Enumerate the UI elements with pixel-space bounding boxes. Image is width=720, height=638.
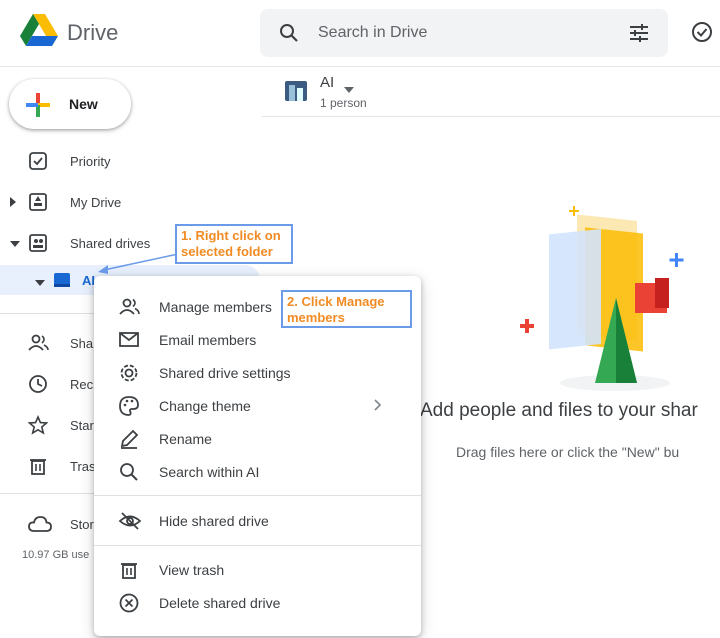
gear-icon	[118, 362, 140, 389]
menu-divider	[94, 545, 421, 546]
new-button-label: New	[69, 96, 98, 112]
menu-item-rename[interactable]: Rename	[94, 423, 421, 455]
menu-item-email-members[interactable]: Email members	[94, 324, 421, 356]
sidebar-item-label: Stor	[70, 517, 94, 532]
menu-item-delete-shared-drive[interactable]: Delete shared drive	[94, 587, 421, 619]
empty-state-title: Add people and files to your shar	[420, 400, 698, 421]
storage-usage-text: 10.97 GB use	[22, 549, 90, 561]
my-drive-icon	[28, 192, 48, 217]
annotation-text: 2. Click Manage	[287, 294, 385, 309]
menu-item-label: Email members	[159, 332, 257, 348]
sidebar-item-label: My Drive	[70, 195, 122, 210]
menu-item-label: Search within AI	[159, 464, 260, 480]
menu-item-view-trash[interactable]: View trash	[94, 554, 421, 586]
shared-drive-thumbnail-icon	[284, 80, 308, 107]
manage-members-icon	[118, 296, 142, 323]
brand-name: Drive	[67, 20, 119, 45]
palette-icon	[118, 395, 140, 422]
expand-arrow-icon[interactable]	[8, 195, 18, 214]
shared-drive-folder-icon	[52, 270, 72, 295]
email-icon	[118, 329, 140, 354]
header-divider	[0, 66, 720, 67]
folder-member-count[interactable]: 1 person	[320, 96, 367, 110]
trash-icon	[28, 456, 48, 481]
menu-item-shared-drive-settings[interactable]: Shared drive settings	[94, 357, 421, 389]
chevron-right-icon	[372, 398, 382, 417]
sidebar-item-label: Tras	[70, 459, 96, 474]
collapse-arrow-icon[interactable]	[8, 236, 22, 254]
context-menu: Manage members Email members Shared driv…	[94, 276, 421, 636]
menu-item-label: Change theme	[159, 398, 251, 414]
star-icon	[27, 414, 49, 440]
main-header-divider	[262, 116, 720, 117]
annotation-text: members	[287, 310, 345, 325]
search-icon	[118, 461, 140, 488]
annotation-step-2: 2. Click Manage members	[281, 290, 412, 328]
folder-title[interactable]: AI	[320, 74, 334, 91]
annotation-text: 1. Right click on	[181, 228, 281, 243]
menu-divider	[94, 495, 421, 496]
plus-icon	[25, 92, 51, 123]
menu-item-change-theme[interactable]: Change theme	[94, 390, 421, 422]
menu-item-label: Shared drive settings	[159, 365, 291, 381]
cloud-icon	[28, 514, 52, 539]
shared-drives-icon	[28, 233, 48, 258]
sidebar-item-priority[interactable]: Priority	[0, 145, 260, 177]
menu-item-label: Rename	[159, 431, 212, 447]
sidebar-item-label: Shared drives	[70, 236, 151, 251]
sidebar-item-label: Rec	[70, 377, 94, 392]
people-icon	[28, 333, 50, 358]
empty-state-subtitle: Drag files here or click the "New" bu	[456, 444, 680, 460]
delete-circle-icon	[118, 592, 140, 619]
search-input[interactable]: Search in Drive	[318, 24, 427, 42]
annotation-text: selected folder	[181, 244, 273, 259]
search-icon[interactable]	[278, 22, 300, 49]
menu-item-label: View trash	[159, 562, 225, 578]
trash-icon	[118, 559, 140, 586]
ready-offline-icon[interactable]	[690, 20, 714, 49]
priority-icon	[28, 151, 48, 176]
menu-item-hide-shared-drive[interactable]: Hide shared drive	[94, 505, 421, 537]
eye-off-icon	[118, 510, 142, 537]
menu-item-label: Manage members	[159, 299, 272, 315]
sidebar-item-label: Priority	[70, 154, 111, 169]
sidebar-item-label: Star	[70, 418, 94, 433]
menu-item-label: Hide shared drive	[159, 513, 269, 529]
annotation-step-1: 1. Right click on selected folder	[175, 224, 293, 264]
menu-item-label: Delete shared drive	[159, 595, 281, 611]
clock-icon	[28, 374, 48, 399]
pencil-icon	[118, 428, 140, 455]
search-options-icon[interactable]	[628, 22, 650, 49]
search-bar[interactable]: Search in Drive	[260, 9, 668, 57]
menu-item-search-within[interactable]: Search within AI	[94, 456, 421, 488]
sidebar-item-label: Sha	[70, 336, 94, 351]
sidebar-item-my-drive[interactable]: My Drive	[0, 186, 260, 218]
drive-logo[interactable]	[20, 14, 58, 48]
empty-state-illustration-icon	[515, 198, 695, 403]
new-button[interactable]: New	[9, 79, 131, 129]
collapse-arrow-icon[interactable]	[34, 275, 46, 293]
